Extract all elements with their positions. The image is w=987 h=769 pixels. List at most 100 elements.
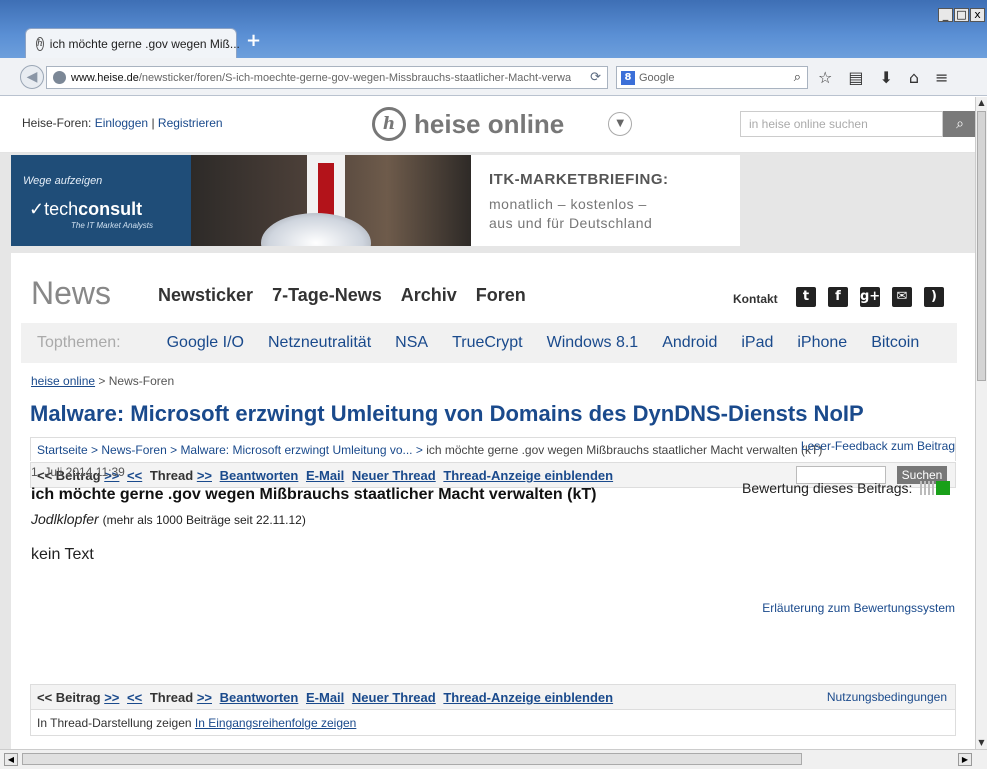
path-foren[interactable]: News-Foren [101,443,166,457]
post-author: Jodlklopfer (mehr als 1000 Beiträge seit… [31,511,306,527]
site-search-button[interactable]: ⌕ [943,111,975,137]
nav-newsticker[interactable]: Newsticker [158,285,253,306]
beitrag-next-bottom[interactable]: >> [104,690,119,705]
search-icon[interactable]: ⌕ [794,69,801,85]
scroll-down-icon[interactable]: ▼ [976,737,987,749]
author-meta: (mehr als 1000 Beiträge seit 22.11.12) [102,513,306,527]
search-placeholder: Google [639,71,675,84]
thread-next-bottom[interactable]: >> [197,690,212,705]
mail-icon[interactable]: ✉ [892,287,912,307]
beitrag-prev-bottom[interactable]: << Beitrag [37,690,101,705]
kontakt-link[interactable]: Kontakt [733,292,778,306]
post-date: 1. Juli 2014 11:39 [31,465,125,479]
thread-next[interactable]: >> [197,468,212,483]
section-title[interactable]: News [31,275,111,312]
new-tab-button[interactable]: + [246,30,261,51]
vertical-scroll-thumb[interactable] [977,111,986,381]
rating-bar [920,481,951,495]
topic-windows-81[interactable]: Windows 8.1 [547,334,639,352]
banner-text-panel: ITK-MARKETBRIEFING: monatlich – kostenlo… [471,155,740,246]
google-plus-icon[interactable]: g+ [860,287,880,307]
reply-link-bottom[interactable]: Beantworten [220,690,299,705]
reply-link[interactable]: Beantworten [220,468,299,483]
scroll-up-icon[interactable]: ▲ [976,97,987,109]
terms-link[interactable]: Nutzungsbedingungen [827,690,947,704]
article-headline[interactable]: Malware: Microsoft erzwingt Umleitung vo… [30,401,864,427]
menu-icon[interactable]: ≡ [935,68,948,87]
thread-prev-bottom[interactable]: << [127,690,142,705]
show-thread-link-bottom[interactable]: Thread-Anzeige einblenden [443,690,613,705]
banner-photo [191,155,471,246]
reload-icon[interactable]: ⟳ [590,69,601,85]
rss-icon[interactable]: ) [924,287,944,307]
url-text[interactable]: www.heise.de/newsticker/foren/S-ich-moec… [71,72,571,84]
post-title: ich möchte gerne .gov wegen Mißbrauchs s… [31,486,597,503]
forum-login-links: Heise-Foren: Einloggen | Registrieren [22,116,223,130]
topic-truecrypt[interactable]: TrueCrypt [452,334,523,352]
register-link[interactable]: Registrieren [158,116,223,130]
topic-nsa[interactable]: NSA [395,334,428,352]
topthemen-label: Topthemen: [37,334,121,351]
nav-archiv[interactable]: Archiv [401,285,457,306]
new-thread-link-bottom[interactable]: Neuer Thread [352,690,436,705]
google-engine-icon[interactable]: 8 [621,70,635,85]
login-separator: | [151,116,155,130]
techconsult-panel: Wege aufzeigen ✓techconsult The IT Marke… [11,155,191,246]
back-arrow-icon[interactable]: ◀ [20,65,44,89]
heise-logo[interactable]: h heise online ▼ [372,107,633,141]
toolbar-icons: ☆ ▤ ⬇ ⌂ ≡ [818,68,948,87]
twitter-icon[interactable]: t [796,287,816,307]
path-start[interactable]: Startseite [37,443,88,457]
site-search-input[interactable]: in heise online suchen [740,111,943,137]
email-link-bottom[interactable]: E-Mail [306,690,344,705]
rating-label: Bewertung dieses Beitrags: [742,480,913,496]
topic-android[interactable]: Android [662,334,717,352]
topic-bitcoin[interactable]: Bitcoin [871,334,919,352]
nav-foren[interactable]: Foren [476,285,526,306]
nav-7-tage-news[interactable]: 7-Tage-News [272,285,382,306]
horizontal-scrollbar[interactable]: ◀ ▶ [0,749,987,769]
horizontal-scroll-thumb[interactable] [22,753,802,765]
browser-search-bar[interactable]: 8 Google ⌕ [616,66,808,89]
banner-tagline: Wege aufzeigen [23,175,103,187]
author-name[interactable]: Jodlklopfer [31,511,99,527]
rating-explanation-link[interactable]: Erläuterung zum Bewertungssystem [762,601,955,615]
path-article[interactable]: Malware: Microsoft erzwingt Umleitung vo… [180,443,412,457]
minimize-button[interactable]: _ [938,8,953,22]
email-link[interactable]: E-Mail [306,468,344,483]
scroll-right-icon[interactable]: ▶ [958,753,972,766]
chevron-down-icon[interactable]: ▼ [608,112,633,136]
browser-tab[interactable]: h ich möchte gerne .gov wegen Miß... [25,28,240,58]
post-toolbar-bottom: << Beitrag >> << Thread >> Beantworten E… [30,684,956,710]
scroll-left-icon[interactable]: ◀ [4,753,18,766]
chronological-view-link[interactable]: In Eingangsreihenfolge zeigen [195,716,356,730]
social-icons: t f g+ ✉ ) [796,287,944,307]
login-link[interactable]: Einloggen [95,116,148,130]
tab-title: ich möchte gerne .gov wegen Miß... [49,36,240,51]
bookmarks-list-icon[interactable]: ▤ [848,68,863,87]
ad-banner[interactable]: Wege aufzeigen ✓techconsult The IT Marke… [11,155,740,246]
thread-prev[interactable]: << [127,468,142,483]
topic-netzneutralitaet[interactable]: Netzneutralität [268,334,371,352]
download-arrow-icon[interactable]: ⬇ [879,68,892,87]
maximize-button[interactable]: □ [954,8,969,22]
post-rating: Bewertung dieses Beitrags: [742,480,951,496]
thread-label-bottom: Thread [149,690,194,705]
bookmark-star-icon[interactable]: ☆ [818,68,832,87]
topic-google-io[interactable]: Google I/O [167,334,244,352]
address-bar[interactable]: www.heise.de/newsticker/foren/S-ich-moec… [46,66,608,89]
main-navigation: Newsticker 7-Tage-News Archiv Foren [158,285,526,306]
facebook-icon[interactable]: f [828,287,848,307]
new-thread-link[interactable]: Neuer Thread [352,468,436,483]
show-thread-link[interactable]: Thread-Anzeige einblenden [443,468,613,483]
heise-logo-icon: h [372,107,406,141]
topic-ipad[interactable]: iPad [741,334,773,352]
vertical-scrollbar[interactable]: ▲ ▼ [975,97,987,749]
home-icon[interactable]: ⌂ [909,68,919,87]
globe-icon [53,71,66,84]
page-viewport: Heise-Foren: Einloggen | Registrieren h … [0,97,975,749]
site-header: Heise-Foren: Einloggen | Registrieren h … [0,97,975,153]
close-button[interactable]: x [970,8,985,22]
topic-iphone[interactable]: iPhone [797,334,847,352]
feedback-link[interactable]: Leser-Feedback zum Beitrag [801,439,955,453]
